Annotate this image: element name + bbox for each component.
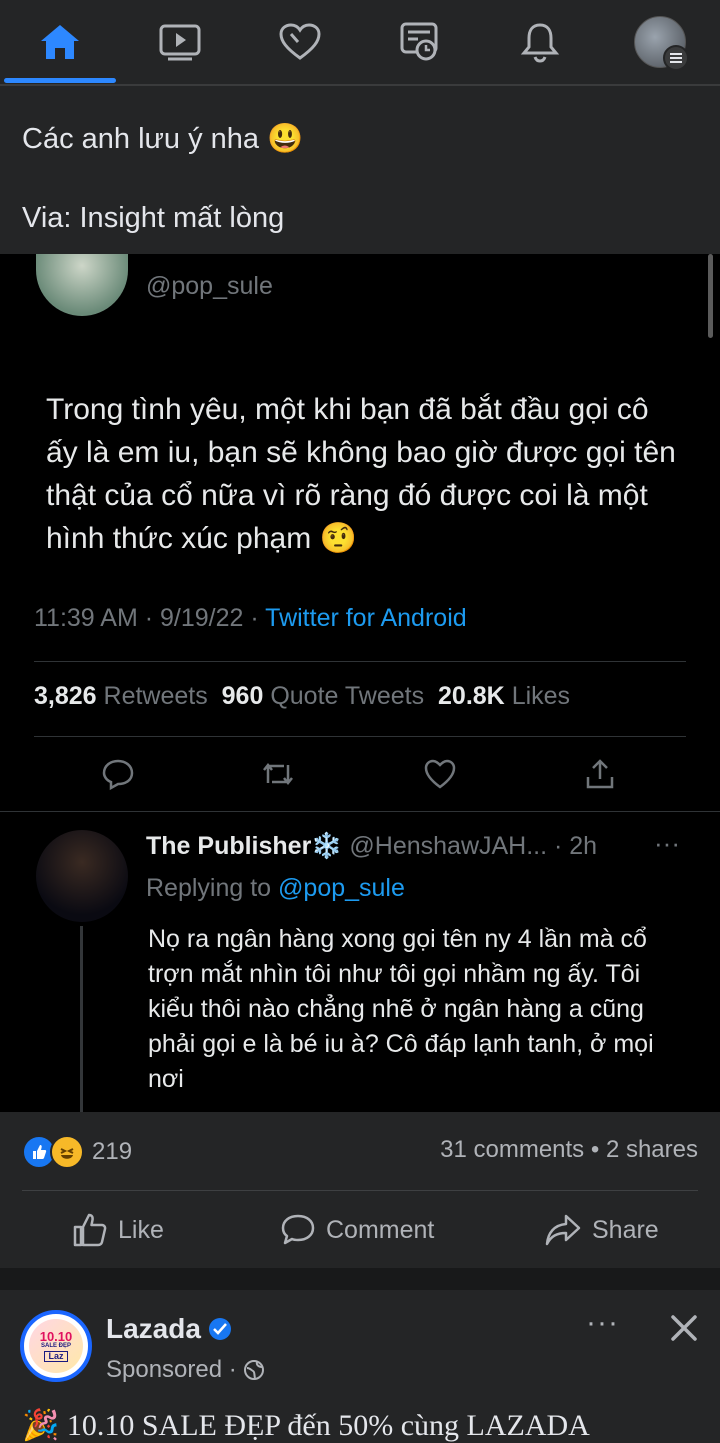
lazada-logo[interactable]: 10.10 SALE ĐẸP Laz [20, 1310, 92, 1382]
reply-author: The Publisher❄️ @HenshawJAH... · 2h [146, 832, 597, 861]
reply-author-avatar [36, 830, 128, 922]
watch-video-icon[interactable] [150, 14, 210, 70]
retweets-label: Retweets [103, 682, 208, 710]
likes-label: Likes [511, 682, 571, 710]
tweet-handle: @pop_sule [146, 272, 273, 300]
sponsored-text: Sponsored · [106, 1356, 237, 1383]
reply-icon [98, 754, 138, 794]
logo-sub: SALE ĐẸP [40, 1343, 71, 1349]
feed-separator [0, 1268, 720, 1290]
active-tab-indicator [4, 78, 116, 83]
thumbs-up-icon [73, 1213, 107, 1247]
divider [0, 811, 720, 812]
share-upload-icon [580, 754, 620, 794]
menu-icon [663, 45, 689, 71]
replying-handle: @pop_sule [278, 874, 405, 902]
reply-handle-time: @HenshawJAH... · 2h [349, 832, 598, 860]
comment-button[interactable]: Comment [280, 1210, 434, 1250]
share-arrow-icon [545, 1214, 581, 1246]
share-label: Share [592, 1215, 659, 1244]
advertiser-name[interactable]: Lazada [106, 1313, 231, 1345]
quotes-count: 960 [221, 682, 264, 710]
avatar [634, 16, 689, 71]
replying-label: Replying to [146, 874, 279, 902]
haha-reaction-icon [50, 1135, 84, 1169]
globe-icon [243, 1360, 264, 1380]
like-heart-icon [420, 754, 460, 794]
divider [34, 736, 686, 737]
shares-count[interactable]: 2 shares [606, 1136, 698, 1163]
tweet-stats: 3,826 Retweets 960 Quote Tweets 20.8K Li… [34, 682, 570, 711]
comments-count[interactable]: 31 comments [440, 1136, 584, 1163]
share-button[interactable]: Share [544, 1210, 659, 1250]
close-icon[interactable] [668, 1312, 700, 1349]
logo-brand: Laz [44, 1351, 68, 1362]
advertiser-name-text[interactable]: Lazada [106, 1313, 201, 1345]
logo-text: 10.10 [39, 1329, 73, 1344]
more-options-icon[interactable]: ··· [586, 1306, 619, 1340]
retweet-icon [258, 754, 298, 794]
comment-share-counts[interactable]: 31 comments • 2 shares [440, 1136, 698, 1164]
counts-separator: • [584, 1136, 606, 1163]
sponsored-label: Sponsored · [106, 1356, 265, 1384]
like-button[interactable]: Like [72, 1210, 164, 1250]
comment-bubble-icon [281, 1214, 315, 1245]
replying-to: Replying to @pop_sule [146, 874, 405, 903]
more-options-icon: ··· [654, 828, 680, 858]
quotes-label: Quote Tweets [270, 682, 425, 710]
tweet-time: 11:39 AM · 9/19/22 · [34, 604, 266, 632]
dating-heart-icon[interactable] [270, 14, 330, 70]
reactions-summary[interactable]: 219 [22, 1135, 133, 1169]
feeds-icon[interactable] [390, 14, 450, 70]
reply-text: Nọ ra ngân hàng xong gọi tên ny 4 lần mà… [148, 925, 654, 1093]
tweet-source: Twitter for Android [265, 604, 467, 632]
tweet-text: Trong tình yêu, một khi bạn đã bắt đầu g… [46, 393, 676, 555]
retweets-count: 3,826 [34, 682, 97, 710]
profile-menu[interactable] [630, 14, 690, 71]
comment-label: Comment [326, 1215, 435, 1244]
reaction-count: 219 [92, 1138, 133, 1165]
tweet-timestamp: 11:39 AM · 9/19/22 · Twitter for Android [34, 604, 467, 633]
home-icon[interactable] [30, 14, 90, 70]
divider [34, 661, 686, 662]
like-label: Like [118, 1215, 164, 1244]
tweet-screenshot-image[interactable]: @pop_sule Trong tình yêu, một khi bạn đã… [0, 254, 720, 1112]
post-text-line-1: Các anh lưu ý nha 😃 [22, 123, 304, 155]
post-text-line-2: Via: Insight mất lòng [22, 202, 285, 234]
top-navigation-bar [0, 0, 720, 86]
divider [22, 1190, 698, 1191]
author-avatar [36, 254, 128, 316]
notifications-bell-icon[interactable] [510, 14, 570, 70]
reply-author-name: The Publisher❄️ [146, 832, 343, 860]
verified-badge-icon [208, 1318, 231, 1340]
thread-line [80, 926, 83, 1112]
scrollbar[interactable] [708, 254, 713, 338]
likes-count: 20.8K [438, 682, 505, 710]
